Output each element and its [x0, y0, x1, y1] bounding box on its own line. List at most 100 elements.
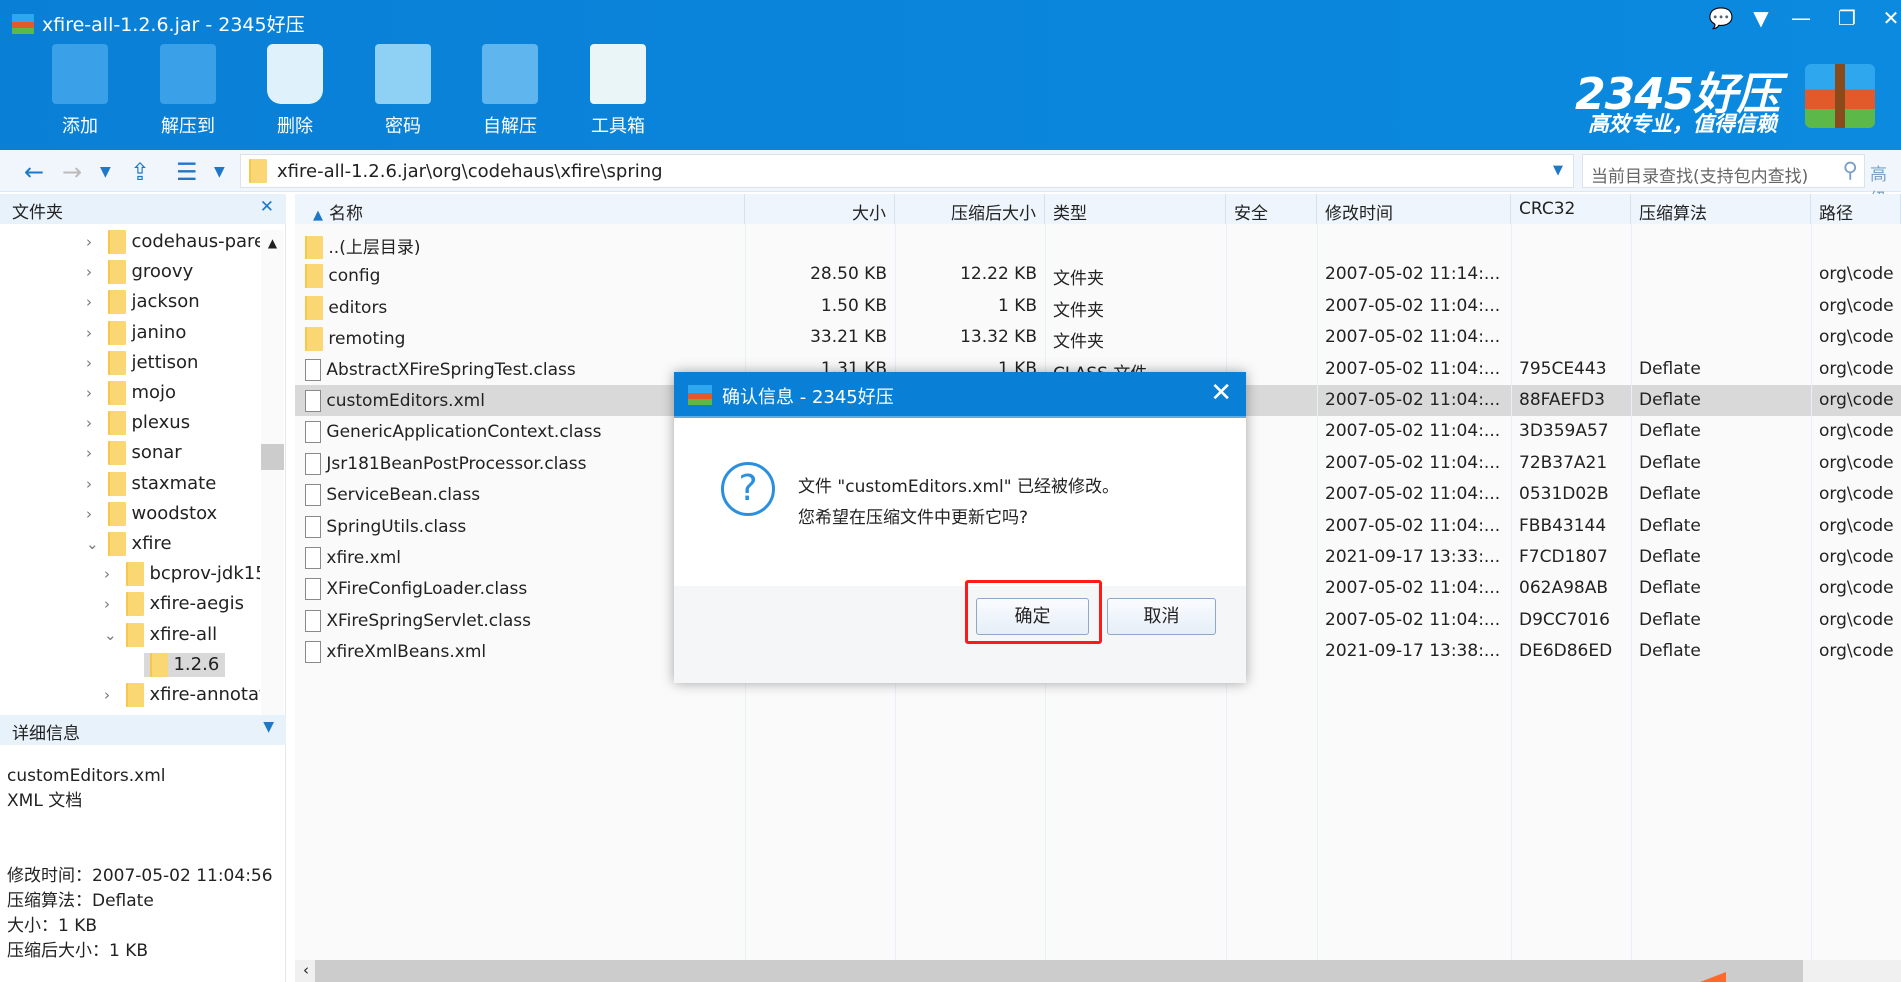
- chevron-right-icon[interactable]: ›: [86, 384, 102, 402]
- cancel-button[interactable]: 取消: [1107, 598, 1216, 635]
- details-packed: 压缩后大小：1 KB: [7, 941, 149, 961]
- chevron-down-icon[interactable]: ⌄: [86, 535, 102, 553]
- file-name: xfire.xml: [326, 548, 401, 568]
- tree-item[interactable]: › woodstox: [86, 501, 260, 532]
- address-bar[interactable]: xfire-all-1.2.6.jar\org\codehaus\xfire\s…: [240, 154, 1574, 188]
- column-divider: [1631, 224, 1632, 960]
- back-icon[interactable]: ←: [24, 158, 44, 186]
- chevron-right-icon[interactable]: ›: [104, 595, 120, 613]
- orange-arrow-decoration: [1700, 972, 1726, 982]
- details-header[interactable]: 详细信息 ▼: [0, 715, 286, 745]
- column-label: 安全: [1234, 204, 1268, 224]
- forward-icon[interactable]: →: [62, 158, 82, 186]
- cell-method: [1631, 228, 1811, 259]
- toolbox-icon: [590, 44, 646, 104]
- tree-scrollbar[interactable]: ▲ ▼: [261, 230, 284, 740]
- tree-item[interactable]: › plexus: [86, 411, 260, 441]
- chevron-down-icon[interactable]: ⌄: [104, 626, 120, 644]
- up-folder-icon[interactable]: ⇪: [130, 158, 150, 186]
- toolbar-label: 工具箱: [591, 116, 645, 137]
- folder-icon: [149, 652, 168, 677]
- chevron-right-icon[interactable]: ›: [86, 263, 102, 281]
- column-header[interactable]: 安全: [1226, 194, 1317, 224]
- folder-icon: [107, 381, 126, 405]
- tree-item[interactable]: › jackson: [86, 290, 260, 320]
- column-header[interactable]: 压缩后大小: [895, 194, 1045, 224]
- toolbar-button-4[interactable]: 自解压: [465, 44, 555, 144]
- tree-item[interactable]: 1.2.6: [122, 652, 260, 683]
- search-icon[interactable]: ⚲: [1843, 158, 1858, 182]
- feedback-icon[interactable]: 💬: [1706, 6, 1736, 30]
- chevron-right-icon[interactable]: ›: [86, 233, 102, 251]
- tree-item[interactable]: › xfire-aegis: [104, 592, 260, 622]
- close-panel-icon[interactable]: ✕: [260, 197, 274, 217]
- column-divider: [1317, 224, 1318, 960]
- tree-item[interactable]: ⌄ xfire: [86, 532, 260, 562]
- chevron-right-icon[interactable]: ›: [104, 565, 120, 583]
- tree-item[interactable]: ⌄ xfire-all: [104, 622, 260, 653]
- tree-item[interactable]: › jettison: [86, 350, 260, 381]
- details-type: XML 文档: [7, 791, 83, 811]
- folder-icon: [107, 230, 126, 254]
- tree-item[interactable]: › codehaus-parent: [86, 230, 260, 260]
- file-name: AbstractXFireSpringTest.class: [326, 359, 576, 380]
- table-row[interactable]: editors 1.50 KB 1 KB 文件夹 2007-05-02 11:04:..…: [295, 291, 1901, 322]
- chevron-right-icon[interactable]: ›: [86, 354, 102, 372]
- column-label: 类型: [1053, 204, 1087, 224]
- chevron-right-icon[interactable]: ›: [86, 444, 102, 462]
- column-header[interactable]: 类型: [1045, 194, 1226, 224]
- toolbar-button-5[interactable]: 工具箱: [573, 44, 663, 144]
- toolbar-button-3[interactable]: 密码: [358, 44, 448, 144]
- column-header[interactable]: CRC32: [1511, 194, 1631, 224]
- tree-item[interactable]: › xfire-annotations: [104, 683, 260, 713]
- chevron-right-icon[interactable]: ›: [86, 324, 102, 342]
- search-input[interactable]: 当前目录查找(支持包内查找) ⚲: [1582, 154, 1865, 188]
- close-window-button[interactable]: ✕: [1876, 6, 1901, 30]
- chevron-right-icon[interactable]: ›: [86, 414, 102, 432]
- table-row[interactable]: ..(上层目录): [295, 228, 1901, 259]
- column-header[interactable]: 压缩算法: [1631, 194, 1811, 224]
- tree-item[interactable]: › sonar: [86, 441, 260, 471]
- column-header[interactable]: 路径: [1811, 194, 1901, 224]
- address-dropdown-icon[interactable]: ▼: [1553, 163, 1563, 178]
- table-row[interactable]: config 28.50 KB 12.22 KB 文件夹 2007-05-02 11:1…: [295, 259, 1901, 290]
- cell-path: org\code: [1819, 515, 1894, 536]
- cell-crc: [1511, 322, 1631, 353]
- chevron-right-icon[interactable]: ›: [86, 475, 102, 493]
- tree-item[interactable]: › janino: [86, 320, 260, 351]
- column-header[interactable]: ▲ 名称: [295, 194, 745, 224]
- cell-mtime: 2007-05-02 11:04:...: [1325, 609, 1501, 630]
- collapse-details-icon[interactable]: ▼: [263, 719, 274, 735]
- toolbar-button-1[interactable]: 解压到: [143, 44, 233, 144]
- toolbar-button-0[interactable]: 添加: [35, 44, 125, 144]
- menu-dropdown-icon[interactable]: ▼: [1746, 6, 1776, 30]
- cell-crc: 0531D02B: [1519, 484, 1609, 505]
- horizontal-scrollbar[interactable]: ‹: [295, 960, 1901, 982]
- chevron-right-icon[interactable]: ›: [86, 505, 102, 523]
- minimize-button[interactable]: —: [1786, 6, 1816, 30]
- scroll-left-icon[interactable]: ‹: [303, 961, 309, 979]
- tree-item[interactable]: › staxmate: [86, 471, 260, 502]
- history-dropdown-icon[interactable]: ▼: [100, 164, 111, 180]
- chevron-right-icon[interactable]: ›: [86, 293, 102, 311]
- toolbar-label: 添加: [62, 116, 98, 137]
- view-dropdown-icon[interactable]: ▼: [214, 164, 225, 180]
- column-header[interactable]: 大小: [745, 194, 895, 224]
- dialog-close-button[interactable]: ✕: [1210, 378, 1232, 408]
- scrollbar-thumb[interactable]: [315, 960, 1803, 982]
- restore-button[interactable]: ❐: [1832, 6, 1862, 30]
- table-row[interactable]: remoting 33.21 KB 13.32 KB 文件夹 2007-05-02 11…: [295, 322, 1901, 353]
- tree-item[interactable]: › groovy: [86, 260, 260, 290]
- cell-mtime: 2007-05-02 11:04:...: [1325, 515, 1501, 536]
- tree-item-label: jettison: [131, 351, 199, 373]
- folder-icon: [305, 264, 323, 289]
- tree-item[interactable]: › mojo: [86, 381, 260, 411]
- cell-type: [1045, 228, 1226, 259]
- cell-method: Deflate: [1639, 609, 1701, 630]
- folder-panel-header: 文件夹 ✕: [0, 194, 286, 224]
- view-list-icon[interactable]: ☰: [176, 158, 198, 186]
- column-header[interactable]: 修改时间: [1317, 194, 1511, 224]
- toolbar-button-2[interactable]: 删除: [250, 44, 340, 144]
- tree-item[interactable]: › bcprov-jdk15: [104, 562, 260, 592]
- chevron-right-icon[interactable]: ›: [104, 686, 120, 704]
